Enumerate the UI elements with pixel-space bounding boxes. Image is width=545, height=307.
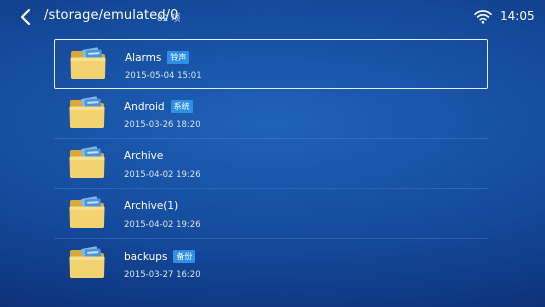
file-date: 2015-04-02 19:26	[124, 170, 201, 180]
file-row[interactable]: Android 系统 2015-03-26 18:20	[54, 89, 488, 139]
file-tag-badge: 系统	[170, 100, 193, 113]
file-row[interactable]: Alarms 铃声 2015-05-04 15:01	[54, 39, 488, 89]
folder-icon	[69, 246, 105, 278]
file-name: backups	[124, 251, 168, 263]
file-name-line: backups 备份	[124, 250, 196, 263]
file-row[interactable]: backups 备份 2015-03-27 16:20	[54, 239, 488, 288]
file-date: 2015-03-26 18:20	[124, 120, 201, 130]
item-count: 82 项	[157, 14, 181, 24]
file-name-line: Archive	[124, 150, 163, 162]
file-tag-badge: 铃声	[167, 51, 190, 64]
file-date: 2015-05-04 15:01	[125, 71, 202, 81]
file-name-line: Archive(1)	[124, 200, 178, 212]
file-name: Archive(1)	[124, 200, 179, 212]
file-name-line: Alarms 铃声	[125, 51, 190, 64]
file-row[interactable]: Archive(1) 2015-04-02 19:26	[54, 189, 488, 239]
file-row[interactable]: Archive 2015-04-02 19:26	[54, 139, 488, 189]
wifi-icon	[474, 10, 492, 24]
status-clock: 14:05	[500, 9, 535, 23]
folder-icon	[69, 96, 105, 128]
file-name: Archive	[124, 150, 164, 162]
top-bar: /storage/emulated/0 82 项 14:05	[0, 0, 545, 34]
folder-icon	[69, 196, 105, 228]
file-name: Android	[124, 101, 165, 113]
folder-icon	[70, 47, 106, 79]
file-list: Alarms 铃声 2015-05-04 15:01 Android 系统 2015…	[54, 39, 488, 288]
file-name-line: Android 系统	[124, 100, 193, 113]
file-date: 2015-03-27 16:20	[124, 270, 201, 280]
back-chevron-icon[interactable]	[16, 7, 36, 27]
file-date: 2015-04-02 19:26	[124, 220, 201, 230]
file-tag-badge: 备份	[173, 250, 196, 263]
file-name: Alarms	[125, 52, 162, 64]
folder-icon	[69, 146, 105, 178]
